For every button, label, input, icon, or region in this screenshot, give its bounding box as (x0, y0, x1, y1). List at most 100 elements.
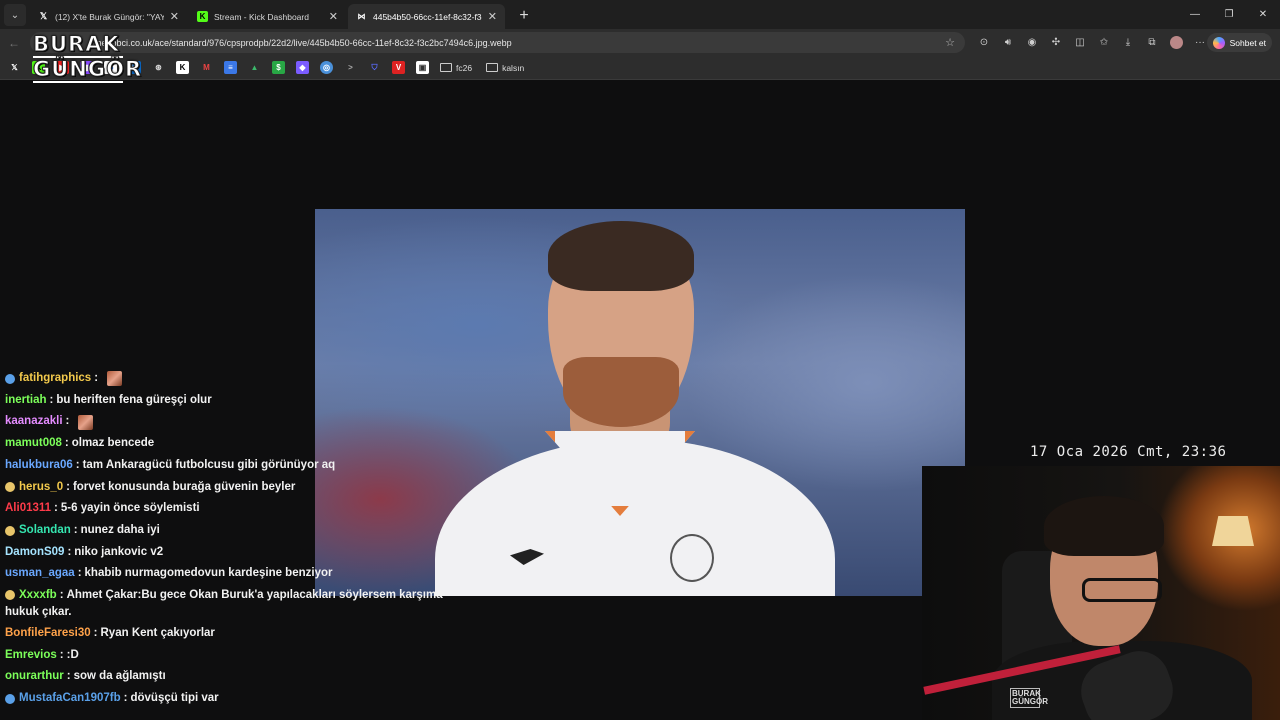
bookmark-openai-icon[interactable]: ⊛ (152, 61, 165, 74)
bookmark-folder-fc26[interactable]: fc26 (440, 63, 472, 73)
bookmark-gmail-icon[interactable]: M (200, 61, 213, 74)
tab-kick-dashboard[interactable]: K Stream - Kick Dashboard ✕ (189, 4, 346, 29)
profile-avatar[interactable] (1164, 34, 1188, 51)
chat-message-text: forvet konusunda burağa güvenin beyler (72, 480, 296, 493)
split-screen-icon[interactable]: ◫ (1068, 34, 1092, 51)
tab-image[interactable]: ⋈ 445b4b50-66cc-11ef-8c32-f3c2bc ✕ (348, 4, 505, 29)
chat-username: halukbura06 (5, 458, 73, 471)
brand-line-2: GÜNGÖR (33, 56, 143, 83)
chat-message-text: :D (66, 648, 79, 661)
chat-separator: : (77, 567, 82, 580)
bookmark-drive-icon[interactable]: ▲ (248, 61, 261, 74)
downloads-icon[interactable]: ⤓ (1116, 34, 1140, 51)
bookmark-folder-kalsin[interactable]: kalsın (486, 63, 524, 73)
extensions-icon[interactable]: ✣ (1044, 34, 1068, 51)
chat-message-text: nunez daha iyi (80, 523, 160, 536)
folder-label: fc26 (456, 62, 473, 73)
subscriber-badge-icon (5, 373, 15, 384)
bookmark-shield-icon[interactable]: ⛉ (368, 61, 381, 74)
bookmark-calendar-icon[interactable]: ▣ (416, 61, 429, 74)
close-icon[interactable]: ✕ (170, 10, 179, 23)
chat-separator: : (75, 458, 80, 471)
brand-line-1: BURAK (33, 32, 120, 56)
chat-message: onurarthur: sow da ağlamıştı (0, 666, 460, 688)
glasses (1082, 578, 1162, 602)
chat-message: DamonS09: niko jankovic v2 (0, 542, 460, 564)
folder-icon (440, 63, 452, 72)
chat-separator: : (49, 393, 54, 406)
chat-separator: : (64, 437, 69, 450)
bookmark-terminal-icon[interactable]: > (344, 61, 357, 74)
read-aloud-icon[interactable]: 🔊︎ (996, 34, 1020, 51)
window-controls: — ❐ ✕ (1178, 0, 1280, 29)
chat-message-text: khabib nurmagomedovun kardeşine benziyor (84, 567, 333, 580)
chat-message-text: tam Ankaragücü futbolcusu gibi görünüyor… (82, 458, 336, 471)
chat-overlay: fatihgraphics: inertiah: bu heriften fena … (0, 368, 460, 710)
chat-emote-icon (107, 371, 123, 387)
chat-message: fatihgraphics: (0, 368, 460, 390)
chat-username: onurarthur (5, 670, 64, 683)
close-icon[interactable]: ✕ (488, 10, 497, 23)
tab-label: (12) X'te Burak Güngör: "YAYINDA (55, 11, 164, 22)
bookmark-k-icon[interactable]: K (176, 61, 189, 74)
subscriber-badge-icon (5, 590, 15, 600)
chat-username: kaanazakli (5, 415, 63, 428)
chat-emote-icon (78, 414, 94, 430)
club-crest (670, 534, 714, 582)
subscriber-badge-icon (5, 482, 15, 493)
screenshot-icon[interactable]: ◉ (1020, 34, 1044, 51)
tab-label: Stream - Kick Dashboard (214, 11, 309, 22)
close-icon[interactable]: ✕ (329, 10, 338, 23)
chat-separator: : (123, 692, 128, 705)
chat-message: Xxxxfb: Ahmet Çakar:Bu gece Okan Buruk'a … (0, 585, 460, 623)
copilot-chat-button[interactable]: Sohbet et (1206, 33, 1272, 52)
bookmarks-bar: 𝕏 K ▶ ▮ G in ⊛ K M ≡ ▲ $ ◆ ◎ > ⛉ V ▣ fc2… (0, 56, 1280, 80)
immersive-reader-icon[interactable]: ⊙ (972, 34, 996, 51)
favorites-icon[interactable]: ✩ (1092, 34, 1116, 51)
chat-username: Xxxxfb (19, 589, 57, 602)
chat-username: inertiah (5, 393, 47, 406)
player-beard (563, 357, 679, 427)
chat-username: Ali01311 (5, 502, 52, 515)
chat-username: Emrevios (5, 648, 57, 661)
chat-separator: : (54, 502, 58, 515)
subscriber-badge-icon (5, 525, 15, 536)
chat-message-text: Ryan Kent çakıyorlar (100, 627, 215, 640)
toolbar-icons: ⊙ 🔊︎ ◉ ✣ ◫ ✩ ⤓ ⧉ ··· (972, 34, 1212, 51)
chat-separator: : (66, 480, 70, 493)
chat-username: BonfileFaresi30 (5, 627, 91, 640)
chat-message-text: sow da ağlamıştı (73, 670, 166, 683)
chat-separator: : (65, 415, 70, 428)
chat-username: Solandan (19, 523, 71, 536)
favorite-star-icon[interactable]: ☆ (945, 36, 955, 49)
address-bar[interactable]: ichef.bbci.co.uk/ace/standard/976/cpspro… (30, 32, 965, 53)
chat-username: MustafaCan1907fb (19, 692, 121, 705)
bookmark-docs-icon[interactable]: ≡ (224, 61, 237, 74)
minimize-icon[interactable]: — (1178, 0, 1212, 29)
x-icon: 𝕏 (39, 11, 48, 21)
chat-message: Ali01311:5-6 yayin önce söylemisti (0, 498, 460, 520)
bookmark-purple-icon[interactable]: ◆ (296, 61, 309, 74)
chat-message-text: 5-6 yayin önce söylemisti (60, 502, 200, 515)
chat-username: DamonS09 (5, 545, 65, 558)
back-arrow-icon[interactable]: ← (2, 36, 26, 50)
chat-message: kaanazakli: (0, 411, 460, 433)
tab-actions-menu-button[interactable]: ⌄ (4, 4, 26, 26)
image-icon: ⋈ (357, 12, 366, 21)
close-window-icon[interactable]: ✕ (1246, 0, 1280, 29)
tab-x[interactable]: 𝕏 (12) X'te Burak Güngör: "YAYINDA ✕ (30, 4, 187, 29)
chat-username: mamut008 (5, 437, 62, 450)
chat-message: Emrevios::D (0, 645, 460, 667)
bookmark-x-icon[interactable]: 𝕏 (8, 61, 21, 74)
bookmark-blue-circle-icon[interactable]: ◎ (320, 61, 333, 74)
collections-icon[interactable]: ⧉ (1140, 34, 1164, 51)
bookmark-vivaldi-icon[interactable]: V (392, 61, 405, 74)
folder-label: kalsın (502, 62, 525, 73)
chat-message-text: olmaz bencede (71, 437, 155, 450)
restore-icon[interactable]: ❐ (1212, 0, 1246, 29)
chat-message-text: bu heriften fena güreşçi olur (56, 393, 212, 406)
new-tab-button[interactable]: + (513, 5, 535, 27)
chat-separator: : (93, 627, 98, 640)
bookmark-sheets-icon[interactable]: $ (272, 61, 285, 74)
chat-message-text: niko jankovic v2 (74, 545, 164, 558)
